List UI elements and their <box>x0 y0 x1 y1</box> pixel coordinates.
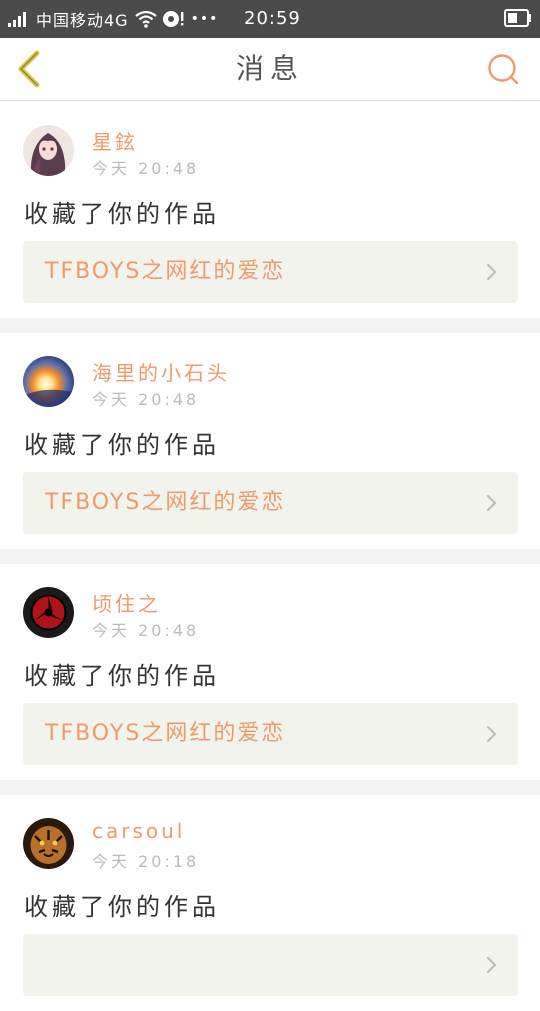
wifi-icon <box>134 10 157 28</box>
username[interactable]: carsoul <box>92 819 185 843</box>
avatar-anime-girl-image <box>23 125 74 176</box>
avatar[interactable] <box>23 587 74 638</box>
page-title: 消息 <box>235 52 304 85</box>
avatar-tiger-image <box>23 818 74 869</box>
status-time: 20:59 <box>244 8 301 29</box>
message-card: 星鉉 今天 20:48 收藏了你的作品 TFBOYS之网红的爱恋 <box>0 102 540 318</box>
timestamp: 今天 20:48 <box>92 390 200 409</box>
avatar[interactable] <box>23 125 74 176</box>
chevron-right-icon <box>486 263 497 281</box>
work-title: TFBOYS之网红的爱恋 <box>45 490 286 515</box>
message-card: 顷住之 今天 20:48 收藏了你的作品 TFBOYS之网红的爱恋 <box>0 564 540 780</box>
action-text: 收藏了你的作品 <box>24 893 220 921</box>
status-bar: 中国移动4G ••• 20:59 <box>0 0 540 38</box>
message-card: carsoul 今天 20:18 收藏了你的作品 <box>0 795 540 1011</box>
notification-icon <box>162 11 183 27</box>
status-left: 中国移动4G ••• <box>8 0 218 38</box>
timestamp: 今天 20:48 <box>92 159 200 178</box>
work-link[interactable]: TFBOYS之网红的爱恋 <box>23 472 518 534</box>
more-dots: ••• <box>190 11 219 27</box>
work-title: TFBOYS之网红的爱恋 <box>45 259 286 284</box>
timestamp: 今天 20:18 <box>92 852 200 871</box>
work-link[interactable]: TFBOYS之网红的爱恋 <box>23 703 518 765</box>
action-text: 收藏了你的作品 <box>24 431 220 459</box>
action-text: 收藏了你的作品 <box>24 662 220 690</box>
chevron-right-icon <box>486 494 497 512</box>
battery-icon <box>504 9 531 27</box>
avatar-sharingan-image <box>23 587 74 638</box>
work-link[interactable]: TFBOYS之网红的爱恋 <box>23 241 518 303</box>
username[interactable]: 海里的小石头 <box>92 357 230 386</box>
action-text: 收藏了你的作品 <box>24 200 220 228</box>
search-button[interactable] <box>486 52 520 86</box>
avatar[interactable] <box>23 356 74 407</box>
search-icon <box>488 54 519 85</box>
username[interactable]: 星鉉 <box>92 126 138 155</box>
work-title: TFBOYS之网红的爱恋 <box>45 721 286 746</box>
nav-bar: 消息 <box>0 38 540 101</box>
avatar[interactable] <box>23 818 74 869</box>
username[interactable]: 顷住之 <box>92 588 161 617</box>
message-card: 海里的小石头 今天 20:48 收藏了你的作品 TFBOYS之网红的爱恋 <box>0 333 540 549</box>
work-link[interactable] <box>23 934 518 996</box>
signal-icon <box>8 12 26 27</box>
chevron-right-icon <box>486 956 497 974</box>
avatar-cosmic-image <box>23 356 74 407</box>
carrier-label: 中国移动4G <box>36 11 129 30</box>
chevron-right-icon <box>486 725 497 743</box>
timestamp: 今天 20:48 <box>92 621 200 640</box>
